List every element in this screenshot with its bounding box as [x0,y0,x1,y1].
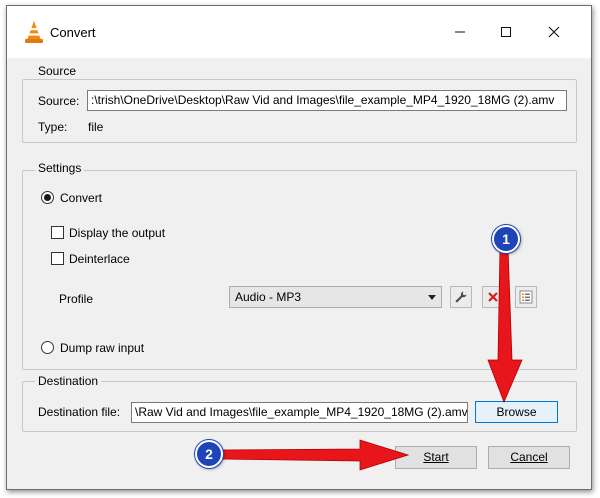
minimize-icon [455,31,465,33]
settings-group [22,170,577,370]
type-label: Type: [38,120,68,134]
chevron-down-icon [428,295,436,300]
wrench-icon [455,291,467,303]
source-group-title: Source [35,64,80,78]
new-profile-button[interactable] [515,286,537,308]
window-title: Convert [50,25,96,40]
convert-radio[interactable] [41,191,54,204]
deinterlace-label: Deinterlace [69,252,130,266]
maximize-icon [501,27,511,37]
display-output-checkbox[interactable] [51,226,64,239]
vlc-cone-icon [25,21,43,43]
close-icon [548,26,560,38]
settings-group-title: Settings [35,161,85,175]
edit-profile-button[interactable] [450,286,472,308]
profile-dropdown[interactable]: Audio - MP3 [229,286,442,308]
convert-radio-label: Convert [60,191,103,205]
start-button-label: Start [423,450,449,464]
cancel-button-label: Cancel [510,450,548,464]
profile-dropdown-value: Audio - MP3 [235,290,302,304]
display-output-label: Display the output [69,226,166,240]
title-bar[interactable]: Convert [7,6,591,58]
dump-raw-radio[interactable] [41,341,54,354]
source-path-field[interactable]: :\trish\OneDrive\Desktop\Raw Vid and Ima… [87,90,567,111]
source-group [22,79,577,143]
deinterlace-checkbox[interactable] [51,252,64,265]
browse-button[interactable]: Browse [475,401,558,423]
source-label: Source: [38,94,80,108]
red-x-icon [488,292,498,302]
type-value: file [88,120,104,134]
minimize-button[interactable] [437,6,483,58]
profile-label: Profile [59,292,94,306]
close-button[interactable] [531,6,577,58]
dump-raw-label: Dump raw input [60,341,145,355]
cancel-button[interactable]: Cancel [488,446,570,469]
destination-file-label: Destination file: [38,405,121,419]
list-icon [519,290,533,304]
start-button[interactable]: Start [395,446,477,469]
destination-file-field[interactable]: \Raw Vid and Images\file_example_MP4_192… [131,402,468,423]
delete-profile-button[interactable] [482,286,504,308]
destination-group-title: Destination [35,374,102,388]
maximize-button[interactable] [483,6,529,58]
annotation-badge-1: 1 [492,225,520,253]
annotation-badge-2: 2 [195,440,223,468]
